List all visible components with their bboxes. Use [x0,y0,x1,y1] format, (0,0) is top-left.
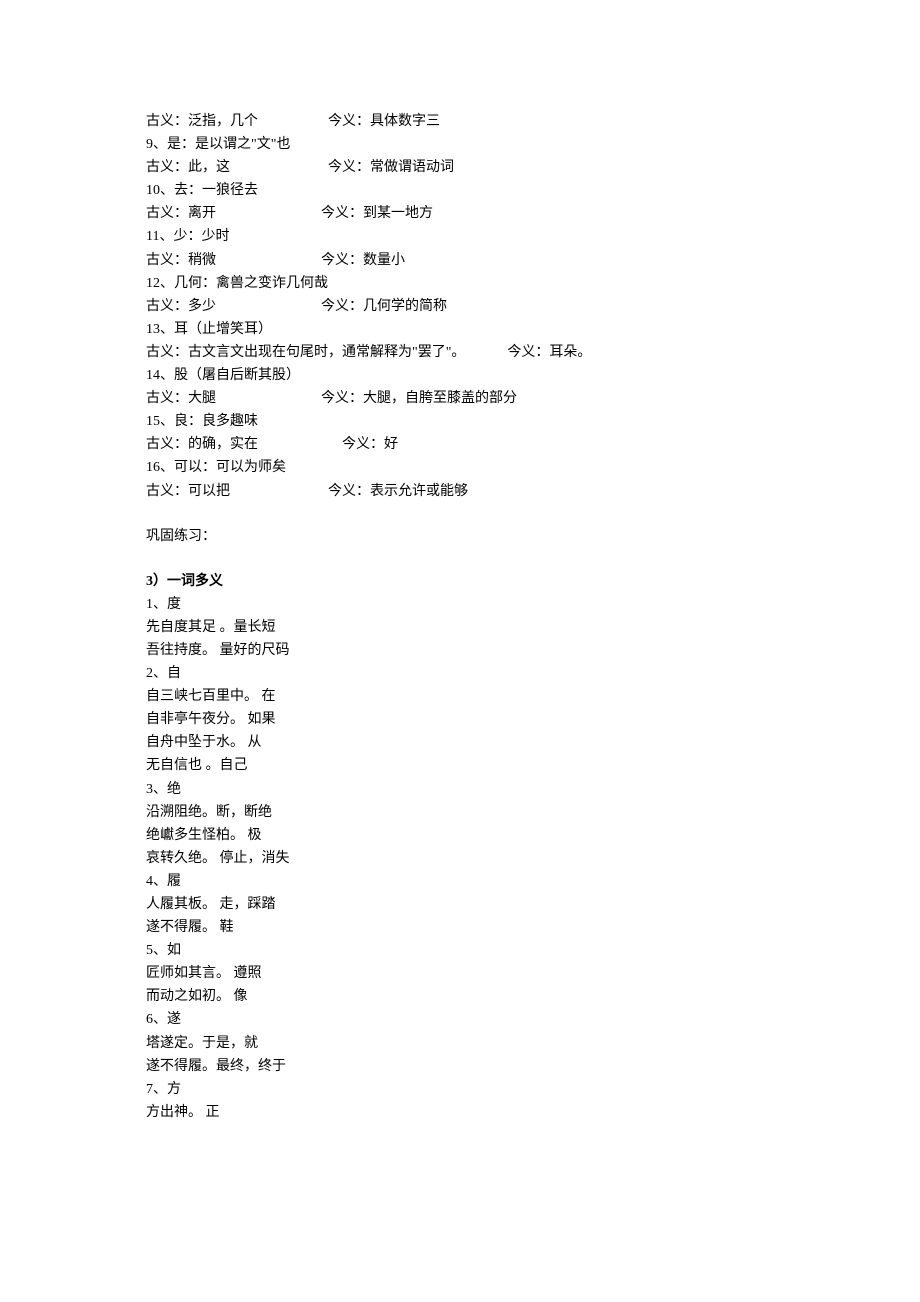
poly-head: 3、绝 [146,778,774,801]
poly-head: 5、如 [146,939,774,962]
jin-text: 今义：具体数字三 [328,114,440,129]
gu-jin-row: 古义：大腿 今义：大腿，自胯至膝盖的部分 [146,387,774,410]
poly-line: 人履其板。 走，踩踏 [146,893,774,916]
poly-line: 沿溯阻绝。断，断绝 [146,801,774,824]
poly-line: 自三峡七百里中。 在 [146,685,774,708]
poly-head: 2、自 [146,662,774,685]
poly-line: 绝巘多生怪柏。 极 [146,824,774,847]
poly-line: 塔遂定。于是，就 [146,1032,774,1055]
entry-head: 11、少：少时 [146,225,774,248]
poly-head: 1、度 [146,593,774,616]
poly-line: 自非亭午夜分。 如果 [146,708,774,731]
entry-head: 16、可以：可以为师矣 [146,456,774,479]
spacer [146,503,774,525]
gu-jin-row: 古义：可以把 今义：表示允许或能够 [146,480,774,503]
gu-jin-row: 古义：的确，实在 今义：好 [146,433,774,456]
poly-line: 先自度其足 。量长短 [146,616,774,639]
poly-line: 方出神。 正 [146,1101,774,1124]
gu-jin-row: 古义：稍微 今义：数量小 [146,249,774,272]
entry-head: 13、耳（止增笑耳） [146,318,774,341]
gu-jin-row: 古义：此，这 今义：常做谓语动词 [146,156,774,179]
poly-line: 自舟中坠于水。 从 [146,731,774,754]
poly-line: 遂不得履。 鞋 [146,916,774,939]
gu-jin-row: 古义：离开 今义：到某一地方 [146,202,774,225]
entry-head: 14、股（屠自后断其股） [146,364,774,387]
entry-head: 15、良：良多趣味 [146,410,774,433]
spacer [146,548,774,570]
gu-jin-row: 古义：古文言文出现在句尾时，通常解释为"罢了"。 今义：耳朵。 [146,341,774,364]
poly-head: 4、履 [146,870,774,893]
poly-line: 无自信也 。自己 [146,754,774,777]
gu-jin-row: 古义：多少 今义：几何学的简称 [146,295,774,318]
document-page: 古义：泛指，几个 今义：具体数字三 9、是：是以谓之"文"也古义：此，这 今义：… [0,0,920,1302]
poly-line: 吾往持度。 量好的尺码 [146,639,774,662]
entry-head: 12、几何：禽兽之变诈几何哉 [146,272,774,295]
poly-head: 7、方 [146,1078,774,1101]
poly-line: 匠师如其言。 遵照 [146,962,774,985]
poly-line: 而动之如初。 像 [146,985,774,1008]
entry-head: 9、是：是以谓之"文"也 [146,133,774,156]
entry-head: 10、去：一狼径去 [146,179,774,202]
poly-head: 6、遂 [146,1008,774,1031]
gu-jin-row: 古义：泛指，几个 今义：具体数字三 [146,110,774,133]
section3-heading: 3）一词多义 [146,570,774,593]
poly-line: 哀转久绝。 停止，消失 [146,847,774,870]
practice-label: 巩固练习： [146,525,774,548]
poly-line: 遂不得履。最终，终于 [146,1055,774,1078]
gu-text: 古义：泛指，几个 [146,114,258,129]
